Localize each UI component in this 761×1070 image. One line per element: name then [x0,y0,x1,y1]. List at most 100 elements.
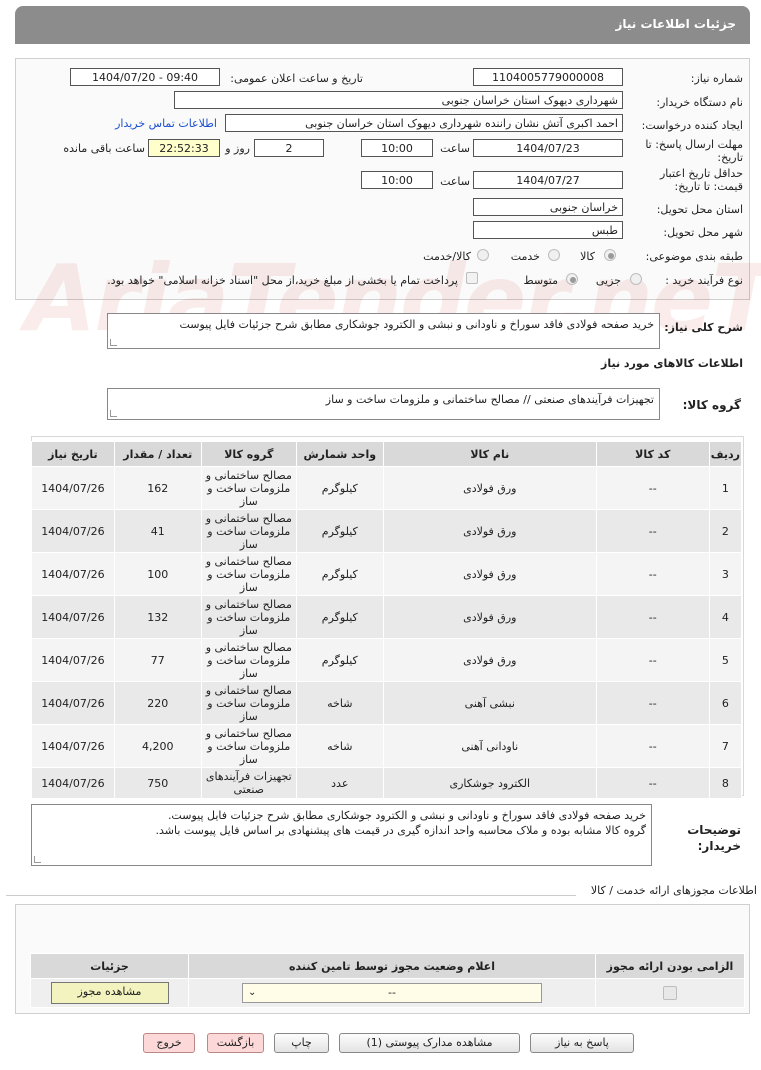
city-field: طبس [473,221,623,239]
table-row: 6 -- نبشی آهنی شاخه مصالح ساختمانی و ملز… [31,681,743,725]
cell-name: ورق فولادی [382,638,597,682]
creator-label: ایجاد کننده درخواست: [641,119,743,132]
category-option-goods-service: کالا/خدمت [423,250,471,263]
permits-row: -- ⌄ مشاهده مجوز [30,978,745,1008]
reply-time-field: 10:00 [361,139,433,157]
buyer-notes-textarea[interactable]: خرید صفحه فولادی فاقد سوراخ و ناودانی و … [31,804,652,866]
view-attachments-button[interactable]: مشاهده مدارک پیوستی (1) [339,1033,520,1053]
cell-code: -- [595,638,710,682]
permits-divider [6,895,576,896]
cell-row: 1 [708,466,743,510]
cell-name: ورق فولادی [382,595,597,639]
validity-date-field: 1404/07/27 [473,171,623,189]
category-radio-service[interactable] [548,249,560,261]
view-permit-button[interactable]: مشاهده مجوز [50,982,169,1004]
days-label: روز و [225,142,250,155]
cell-unit: کیلوگرم [295,509,384,553]
purchase-type-label: نوع فرآیند خرید : [665,274,743,287]
province-label: استان محل تحویل: [656,203,743,216]
cell-row: 7 [708,724,743,768]
cell-group: مصالح ساختمانی و ملزومات ساخت و ساز [200,466,297,510]
reply-deadline-label: مهلت ارسال پاسخ: تا تاریخ: [645,138,743,164]
resize-grip-icon[interactable] [34,856,41,863]
remaining-time-field: 22:52:33 [148,139,220,157]
cell-qty: 132 [113,595,202,639]
page-title: جزئیات اطلاعات نیاز [15,6,750,44]
category-option-service: خدمت [510,250,540,263]
exit-button[interactable]: خروج [143,1033,195,1053]
cell-code: -- [595,466,710,510]
cell-qty: 220 [113,681,202,725]
col-header-qty: تعداد / مقدار [113,441,202,467]
permit-status-select[interactable]: -- ⌄ [242,983,542,1003]
validity-time-label: ساعت [440,175,470,188]
back-button[interactable]: بازگشت [207,1033,264,1053]
cell-group: تجهیزات فرآیندهای صنعتی [200,767,297,799]
cell-date: 1404/07/26 [31,552,115,596]
table-row: 7 -- ناودانی آهنی شاخه مصالح ساختمانی و … [31,724,743,768]
cell-row: 6 [708,681,743,725]
summary-textarea[interactable]: خرید صفحه فولادی فاقد سوراخ و ناودانی و … [107,313,660,349]
cell-name: ورق فولادی [382,509,597,553]
cell-unit: عدد [295,767,384,799]
table-row: 2 -- ورق فولادی کیلوگرم مصالح ساختمانی و… [31,509,743,553]
cell-code: -- [595,595,710,639]
resize-grip-icon[interactable] [110,410,117,417]
buyer-contact-link[interactable]: اطلاعات تماس خریدار [115,117,217,130]
permit-required-checkbox [663,986,677,1000]
buyer-org-label: نام دستگاه خریدار: [656,96,743,109]
col-header-unit: واحد شمارش [295,441,384,467]
category-radio-goods-service[interactable] [477,249,489,261]
treasury-payment-note: پرداخت تمام یا بخشی از مبلغ خرید،از محل … [107,274,458,287]
cell-date: 1404/07/26 [31,681,115,725]
reply-date-field: 1404/07/23 [473,139,623,157]
cell-date: 1404/07/26 [31,724,115,768]
buyer-notes-line1: خرید صفحه فولادی فاقد سوراخ و ناودانی و … [167,809,646,822]
cell-code: -- [595,724,710,768]
category-radio-goods[interactable] [604,249,616,261]
buyer-org-field: شهرداری دیهوک استان خراسان جنوبی [174,91,623,109]
cell-date: 1404/07/26 [31,466,115,510]
cell-row: 3 [708,552,743,596]
resize-grip-icon[interactable] [110,339,117,346]
buyer-notes-label: توضیحات خریدار: [687,823,741,853]
days-remaining-field: 2 [254,139,324,157]
cell-date: 1404/07/26 [31,509,115,553]
remaining-time-label: ساعت باقی مانده [63,142,145,155]
cell-unit: کیلوگرم [295,638,384,682]
cell-group: مصالح ساختمانی و ملزومات ساخت و ساز [200,509,297,553]
cell-name: ورق فولادی [382,552,597,596]
cell-unit: کیلوگرم [295,466,384,510]
price-validity-label: حداقل تاریخ اعتبار قیمت: تا تاریخ: [659,167,743,193]
table-row: 5 -- ورق فولادی کیلوگرم مصالح ساختمانی و… [31,638,743,682]
permits-table: الزامی بودن ارائه مجوز اعلام وضعیت مجوز … [30,953,745,1008]
cell-unit: کیلوگرم [295,552,384,596]
cell-qty: 41 [113,509,202,553]
cell-date: 1404/07/26 [31,767,115,799]
purchase-radio-medium[interactable] [566,273,578,285]
permits-panel: الزامی بودن ارائه مجوز اعلام وضعیت مجوز … [15,904,750,1014]
treasury-payment-checkbox[interactable] [466,272,478,284]
summary-text: خرید صفحه فولادی فاقد سوراخ و ناودانی و … [179,318,654,331]
goods-section-title: اطلاعات کالاهای مورد نیاز [601,357,743,370]
table-row: 1 -- ورق فولادی کیلوگرم مصالح ساختمانی و… [31,466,743,510]
cell-group: مصالح ساختمانی و ملزومات ساخت و ساز [200,595,297,639]
table-row: 8 -- الکترود جوشکاری عدد تجهیزات فرآینده… [31,767,743,799]
print-button[interactable]: چاپ [274,1033,329,1053]
announce-date-field: 1404/07/20 - 09:40 [70,68,220,86]
cell-qty: 77 [113,638,202,682]
permits-header-status: اعلام وضعیت مجوز توسط تامین کننده [188,953,596,979]
cell-row: 8 [708,767,743,799]
announce-date-label: تاریخ و ساعت اعلان عمومی: [230,72,363,85]
need-number-field: 1104005779000008 [473,68,623,86]
cell-unit: کیلوگرم [295,595,384,639]
purchase-radio-minor[interactable] [630,273,642,285]
goods-group-textarea[interactable]: تجهیزات فرآیندهای صنعتی // مصالح ساختمان… [107,388,660,420]
reply-to-need-button[interactable]: پاسخ به نیاز [530,1033,634,1053]
permit-status-value: -- [388,986,396,999]
permits-details-cell: مشاهده مجوز [30,978,189,1008]
cell-row: 2 [708,509,743,553]
chevron-down-icon: ⌄ [248,987,257,998]
permits-header-required: الزامی بودن ارائه مجوز [595,953,745,979]
col-header-code: کد کالا [595,441,710,467]
